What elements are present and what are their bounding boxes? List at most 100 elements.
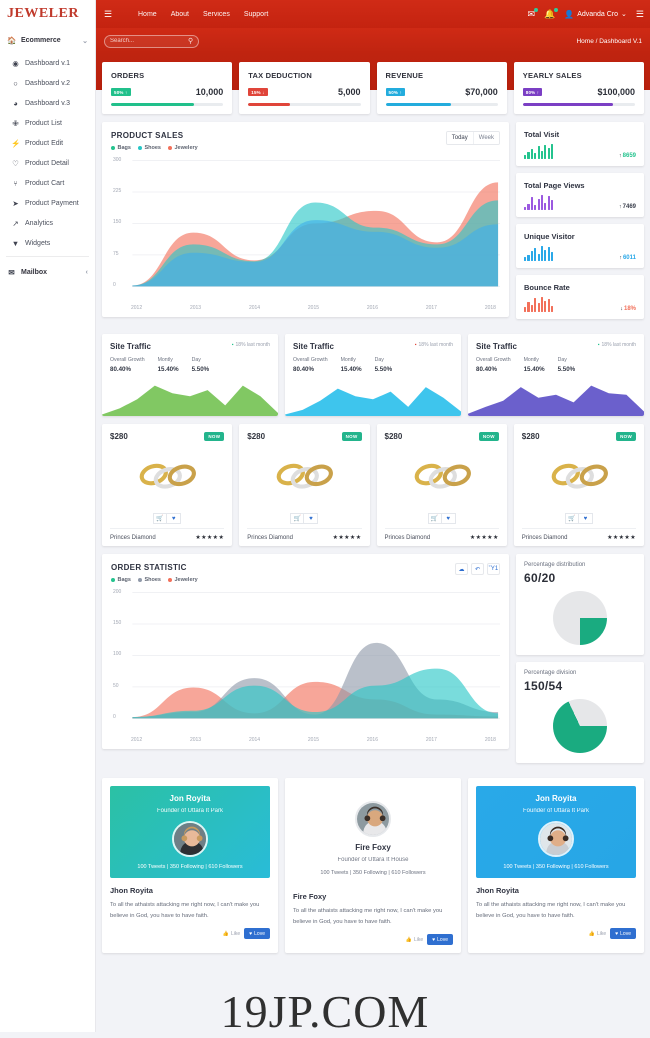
sidebar-item-icon: ◕ <box>13 98 18 108</box>
testimonial-text: To all the athaists attacking me right n… <box>293 908 443 925</box>
testimonial-card: Fire Foxy Founder of Uttara It House 100 T… <box>285 778 461 953</box>
top-nav-link-support[interactable]: Support <box>244 11 269 18</box>
bell-icon[interactable]: 🔔 <box>544 7 559 19</box>
x-tick-label: 2015 <box>307 305 320 311</box>
site-traffic-note-label: 18% last month <box>418 342 453 348</box>
product-name: Princes Diamond <box>110 534 156 541</box>
product-badge: NOW <box>341 432 362 441</box>
site-traffic-stat: Overall Growth 80.40% <box>476 357 511 373</box>
envelope-icon[interactable]: ✉ <box>527 7 538 19</box>
stat-title: TAX DEDUCTION <box>248 71 312 80</box>
top-nav-link-services[interactable]: Services <box>203 11 230 18</box>
sparkline-bar <box>540 195 544 210</box>
sidebar-item-product-cart[interactable]: ⑂ Product Cart <box>0 173 95 193</box>
top-nav-link-about[interactable]: About <box>171 11 189 18</box>
mini-stat-row: ↑ 6011 <box>524 246 636 261</box>
sparkline-bar <box>530 251 533 261</box>
y-axis-ticks: 0 75 150 225 300 <box>111 155 500 303</box>
pie-card: Percentage division 150/54 <box>516 662 644 763</box>
love-button[interactable]: ♥ Love <box>427 934 453 945</box>
cart-icon[interactable]: 🛒 <box>564 513 579 524</box>
legend-dot <box>111 578 115 582</box>
brand-logo[interactable]: JEWELER <box>0 0 95 28</box>
user-menu[interactable]: 👤 Advanda Cro ⌄ <box>564 10 627 19</box>
like-button[interactable]: 👍 Like <box>589 931 606 937</box>
stat-value: $70,000 <box>465 87 498 97</box>
site-traffic-header: Site Traffic ▪ 18% last month <box>110 342 270 351</box>
search-icon[interactable]: ⚲ <box>188 37 193 45</box>
like-button[interactable]: 👍 Like <box>406 937 423 943</box>
y-tick-label: 150 <box>113 620 122 626</box>
product-sales-card: PRODUCT SALES Bags Shoes Jewelery Today Wee… <box>102 122 509 317</box>
y-tick-label: 50 <box>113 682 119 689</box>
legend-dot <box>167 146 172 150</box>
cloud-upload-icon[interactable]: ☁ <box>455 563 468 575</box>
like-button[interactable]: 👍 Like <box>223 931 240 937</box>
sidebar-item-dashboard-v-2[interactable]: ○ Dashboard v.2 <box>0 73 95 93</box>
toggle-week[interactable]: Week <box>472 132 499 144</box>
stat-card: TAX DEDUCTION 15% ↓ 5,000 <box>239 62 370 114</box>
love-button[interactable]: ♥ Love <box>610 928 636 939</box>
sidebar-item-label: Dashboard v.2 <box>25 79 71 87</box>
top-actions: ✉ 🔔 👤 Advanda Cro ⌄ ☰ <box>527 7 644 19</box>
stat-value: 15.40% <box>523 366 545 373</box>
sidebar-group-ecommerce[interactable]: 🏠 Ecommerce ⌄ <box>0 28 95 53</box>
heart-icon[interactable]: ♥ <box>304 513 319 524</box>
hero-role: Founder of Uttara It Park <box>156 808 224 814</box>
progress-fill <box>385 103 451 106</box>
sidebar-item-product-edit[interactable]: ⚡ Product Edit <box>0 133 95 153</box>
search-input[interactable] <box>110 38 188 44</box>
mini-stat-title: Total Visit <box>524 130 560 139</box>
sparkline-bar <box>540 151 544 159</box>
sidebar-item-analytics[interactable]: ↗ Analytics <box>0 213 95 233</box>
mini-stat-title: Unique Visitor <box>524 232 575 241</box>
mini-stat-value-wrap: ↑ 8659 <box>619 153 636 159</box>
mini-stat-value: 18% <box>623 306 636 312</box>
sub-navbar: ⚲ Home / Dashboard V.1 <box>96 28 650 54</box>
sidebar-item-icon: ➤ <box>12 198 19 208</box>
undo-icon[interactable]: ↶ <box>471 563 484 575</box>
trash-icon[interactable]: Ὕ1 <box>487 563 500 575</box>
heart-icon: ♥ <box>249 930 253 937</box>
sidebar-item-product-list[interactable]: ✙ Product List <box>0 113 95 133</box>
product-image <box>385 441 499 513</box>
sidebar-item-dashboard-v-1[interactable]: ◉ Dashboard v.1 <box>0 53 95 73</box>
product-badge: NOW <box>204 432 225 441</box>
love-button[interactable]: ♥ Love <box>244 928 270 939</box>
top-nav-link-home[interactable]: Home <box>138 11 157 18</box>
cart-icon[interactable]: 🛒 <box>290 513 305 524</box>
bell-badge <box>554 7 559 12</box>
heart-icon[interactable]: ♥ <box>167 513 182 524</box>
user-icon: 👤 <box>564 9 575 19</box>
sidebar-item-widgets[interactable]: ▼ Widgets <box>0 233 95 253</box>
range-toggle[interactable]: Today Week <box>445 131 500 145</box>
chart-title: ORDER STATISTIC <box>111 563 187 572</box>
legend-dot <box>137 146 142 150</box>
sidebar-item-label: Product List <box>25 119 62 127</box>
sparkline-chart <box>524 195 554 210</box>
site-traffic-note: ▪ 18% last month <box>415 342 453 348</box>
cart-icon[interactable]: 🛒 <box>427 513 442 524</box>
cart-icon[interactable]: 🛒 <box>153 513 168 524</box>
sparkline-bar <box>534 248 537 261</box>
testimonials-row: Jon Royita Founder of Uttara It Park 100 T… <box>102 778 644 953</box>
sparkline-bar <box>530 304 533 312</box>
sidebar-item-product-payment[interactable]: ➤ Product Payment <box>0 193 95 213</box>
mini-stat-title: Bounce Rate <box>524 283 570 292</box>
site-traffic-stat: Montly 15.40% <box>341 357 362 373</box>
site-traffic-stat: Day 5.50% <box>558 357 576 373</box>
product-card-header: $280 NOW <box>385 432 499 441</box>
toggle-today[interactable]: Today <box>446 132 473 144</box>
heart-icon[interactable]: ♥ <box>441 513 456 524</box>
mini-stat-card: Total Visit ↑ 8659 <box>516 122 644 166</box>
heart-icon[interactable]: ♥ <box>578 513 593 524</box>
list-icon[interactable]: ☰ <box>636 9 644 19</box>
sparkline-chart <box>524 144 554 159</box>
sidebar-item-mailbox[interactable]: ✉ Mailbox ‹ <box>0 260 95 285</box>
sidebar-item-dashboard-v-3[interactable]: ◕ Dashboard v.3 <box>0 93 95 113</box>
sidebar-item-product-detail[interactable]: ♡ Product Detail <box>0 153 95 173</box>
brand-name: JEWELER <box>7 6 79 21</box>
search-box[interactable]: ⚲ <box>104 34 199 48</box>
progress-fill <box>522 103 613 106</box>
hamburger-icon[interactable]: ☰ <box>102 8 114 20</box>
